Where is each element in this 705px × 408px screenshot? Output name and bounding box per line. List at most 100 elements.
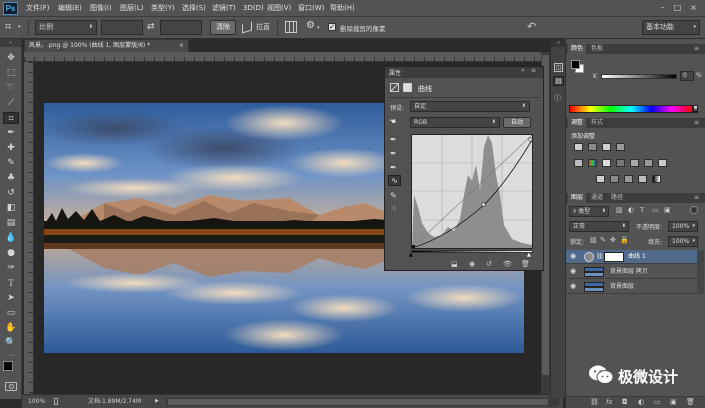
clear-button[interactable]: 清除 [210, 20, 236, 35]
visibility-eye-icon[interactable]: ◉ [570, 280, 576, 293]
menu-3d[interactable]: 3D(D) [243, 2, 264, 15]
strip-collapse-icon[interactable]: « [551, 39, 566, 47]
reset-icon[interactable]: ↶ [527, 20, 536, 33]
levels-icon[interactable] [588, 143, 597, 151]
minimize-button[interactable]: – [657, 3, 668, 13]
history-panel-icon[interactable]: ◫ [554, 63, 563, 72]
menu-view[interactable]: 视图(V) [267, 2, 291, 15]
tab-paths[interactable]: 路径 [608, 193, 626, 203]
curves-adjustment-icon[interactable] [390, 83, 399, 92]
document-tab[interactable]: 风景。.png @ 100% (曲线 1, 图层蒙版/8) * × [24, 39, 189, 52]
panel-menu-icon[interactable]: ≡ [694, 194, 699, 201]
delete-pixels-checkbox[interactable]: ✓ [328, 23, 336, 31]
layers-scrollbar[interactable] [697, 250, 704, 294]
vibrance-icon[interactable] [574, 159, 583, 167]
straighten-label[interactable]: 拉直 [256, 22, 270, 32]
dodge-tool-icon[interactable]: ● [3, 247, 19, 259]
filter-toggle-icon[interactable] [690, 206, 698, 214]
curves-icon[interactable] [602, 143, 611, 151]
tab-swatches[interactable]: 色板 [588, 44, 606, 54]
exposure-icon[interactable] [616, 143, 625, 151]
gradient-tool-icon[interactable]: ▤ [3, 217, 19, 229]
color-lookup-icon[interactable] [658, 159, 667, 167]
layer-row[interactable]: ◉ 背景图层 [566, 280, 697, 294]
white-input-slider[interactable]: ▲ [527, 252, 531, 258]
panel-menu-icon[interactable]: ≡ [694, 45, 699, 52]
layer-thumb[interactable] [584, 282, 604, 292]
brightness-icon[interactable] [574, 143, 583, 151]
zoom-level[interactable]: 100% [28, 395, 45, 408]
k-value-input[interactable]: 0 [680, 71, 694, 81]
quick-mask-icon[interactable] [5, 382, 17, 391]
visibility-eye-icon[interactable]: ◉ [570, 250, 576, 263]
hand-tool-icon[interactable]: ✋ [3, 322, 19, 334]
lock-transparent-icon[interactable]: ▨ [590, 236, 597, 244]
layer-name[interactable]: 曲线 1 [628, 250, 646, 263]
eyedropper-tool-icon[interactable]: ✒ [3, 127, 19, 139]
blur-tool-icon[interactable]: 💧 [3, 232, 19, 244]
status-arrow-icon[interactable]: ▶ [155, 395, 159, 408]
black-input-slider[interactable]: ▲ [409, 252, 413, 258]
layer-kind-filter[interactable]: ⚲ 类型 ⬍ [569, 206, 609, 217]
new-adjustment-icon[interactable]: ◐ [638, 398, 644, 406]
menu-window[interactable]: 窗口(W) [298, 2, 324, 15]
pen-tool-icon[interactable]: ✑ [3, 262, 19, 274]
panel-menu-icon[interactable]: ≡ [694, 119, 699, 126]
new-layer-icon[interactable]: ▣ [670, 398, 677, 406]
layer-thumb[interactable] [584, 267, 604, 277]
layer-name[interactable]: 背景图层 [610, 280, 634, 293]
lock-image-icon[interactable]: ✎ [600, 236, 606, 244]
smooth-curve-icon[interactable]: ⤨ [390, 204, 396, 213]
color-spectrum-ramp[interactable] [569, 105, 693, 113]
hue-saturation-icon[interactable] [588, 159, 597, 167]
layer-mask-thumb[interactable] [604, 252, 624, 262]
view-previous-icon[interactable]: ◉ [469, 260, 475, 268]
curves-graph[interactable] [411, 134, 533, 249]
preset-select[interactable]: 自定 ⬍ [410, 101, 530, 112]
width-input[interactable] [101, 20, 143, 35]
close-tab-icon[interactable]: × [179, 40, 184, 52]
new-group-icon[interactable]: ▭ [654, 398, 661, 406]
history-brush-tool-icon[interactable]: ↺ [3, 187, 19, 199]
marquee-tool-icon[interactable]: ⬚ [3, 67, 19, 79]
link-layers-icon[interactable]: ⛓ [590, 398, 599, 406]
clip-to-layer-icon[interactable]: ⬓ [451, 260, 458, 268]
menu-type[interactable]: 类型(Y) [151, 2, 175, 15]
channel-select[interactable]: RGB ⬍ [410, 117, 500, 128]
invert-icon[interactable] [596, 175, 605, 183]
black-point-eyedropper-icon[interactable]: ✒ [390, 135, 397, 144]
delete-layer-icon[interactable]: 🗑 [686, 398, 695, 406]
brush-tool-icon[interactable]: ✎ [3, 157, 19, 169]
visibility-eye-icon[interactable]: ◉ [570, 265, 576, 278]
swap-icon[interactable]: ⇄ [147, 22, 155, 32]
crop-ratio-select[interactable]: 比例 ⬍ [35, 20, 97, 35]
blend-mode-select[interactable]: 正常 ⬍ [569, 221, 629, 232]
gear-icon[interactable]: ⚙ [306, 20, 315, 31]
panel-collapse-icon[interactable]: » [521, 67, 525, 74]
workspace-select[interactable]: 基本功能 ▾ [642, 20, 700, 35]
filter-type-icon[interactable]: T [640, 206, 644, 214]
tab-color[interactable]: 颜色 [568, 44, 587, 54]
filter-pixel-icon[interactable]: ▨ [616, 206, 623, 214]
tab-layers[interactable]: 图层 [568, 193, 587, 203]
menu-file[interactable]: 文件(F) [26, 2, 50, 15]
panel-menu-icon[interactable]: ≡ [531, 67, 536, 74]
crop-tool-icon[interactable]: ⌗ [3, 112, 19, 124]
tab-adjustments[interactable]: 调整 [568, 118, 587, 128]
reset-icon[interactable]: ↺ [486, 260, 492, 268]
selective-color-icon[interactable] [638, 175, 647, 183]
hand-adjust-icon[interactable]: ☚ [389, 117, 396, 126]
type-tool-icon[interactable]: T [3, 277, 19, 289]
height-input[interactable] [160, 20, 202, 35]
layer-row[interactable]: ◉ 背景图层 拷贝 [566, 265, 697, 279]
tab-styles[interactable]: 样式 [588, 118, 606, 128]
filter-adjustment-icon[interactable]: ◐ [628, 206, 634, 214]
menu-layer[interactable]: 图层(L) [120, 2, 143, 15]
gray-point-eyedropper-icon[interactable]: ✒ [390, 149, 397, 158]
pencil-draw-icon[interactable]: ✎ [390, 191, 397, 200]
color-foreground-swatch[interactable] [571, 60, 580, 69]
channel-mixer-icon[interactable] [644, 159, 653, 167]
chevron-down-icon[interactable]: ▾ [317, 25, 320, 31]
bw-ramp[interactable] [693, 105, 698, 113]
photo-filter-icon[interactable] [630, 159, 639, 167]
